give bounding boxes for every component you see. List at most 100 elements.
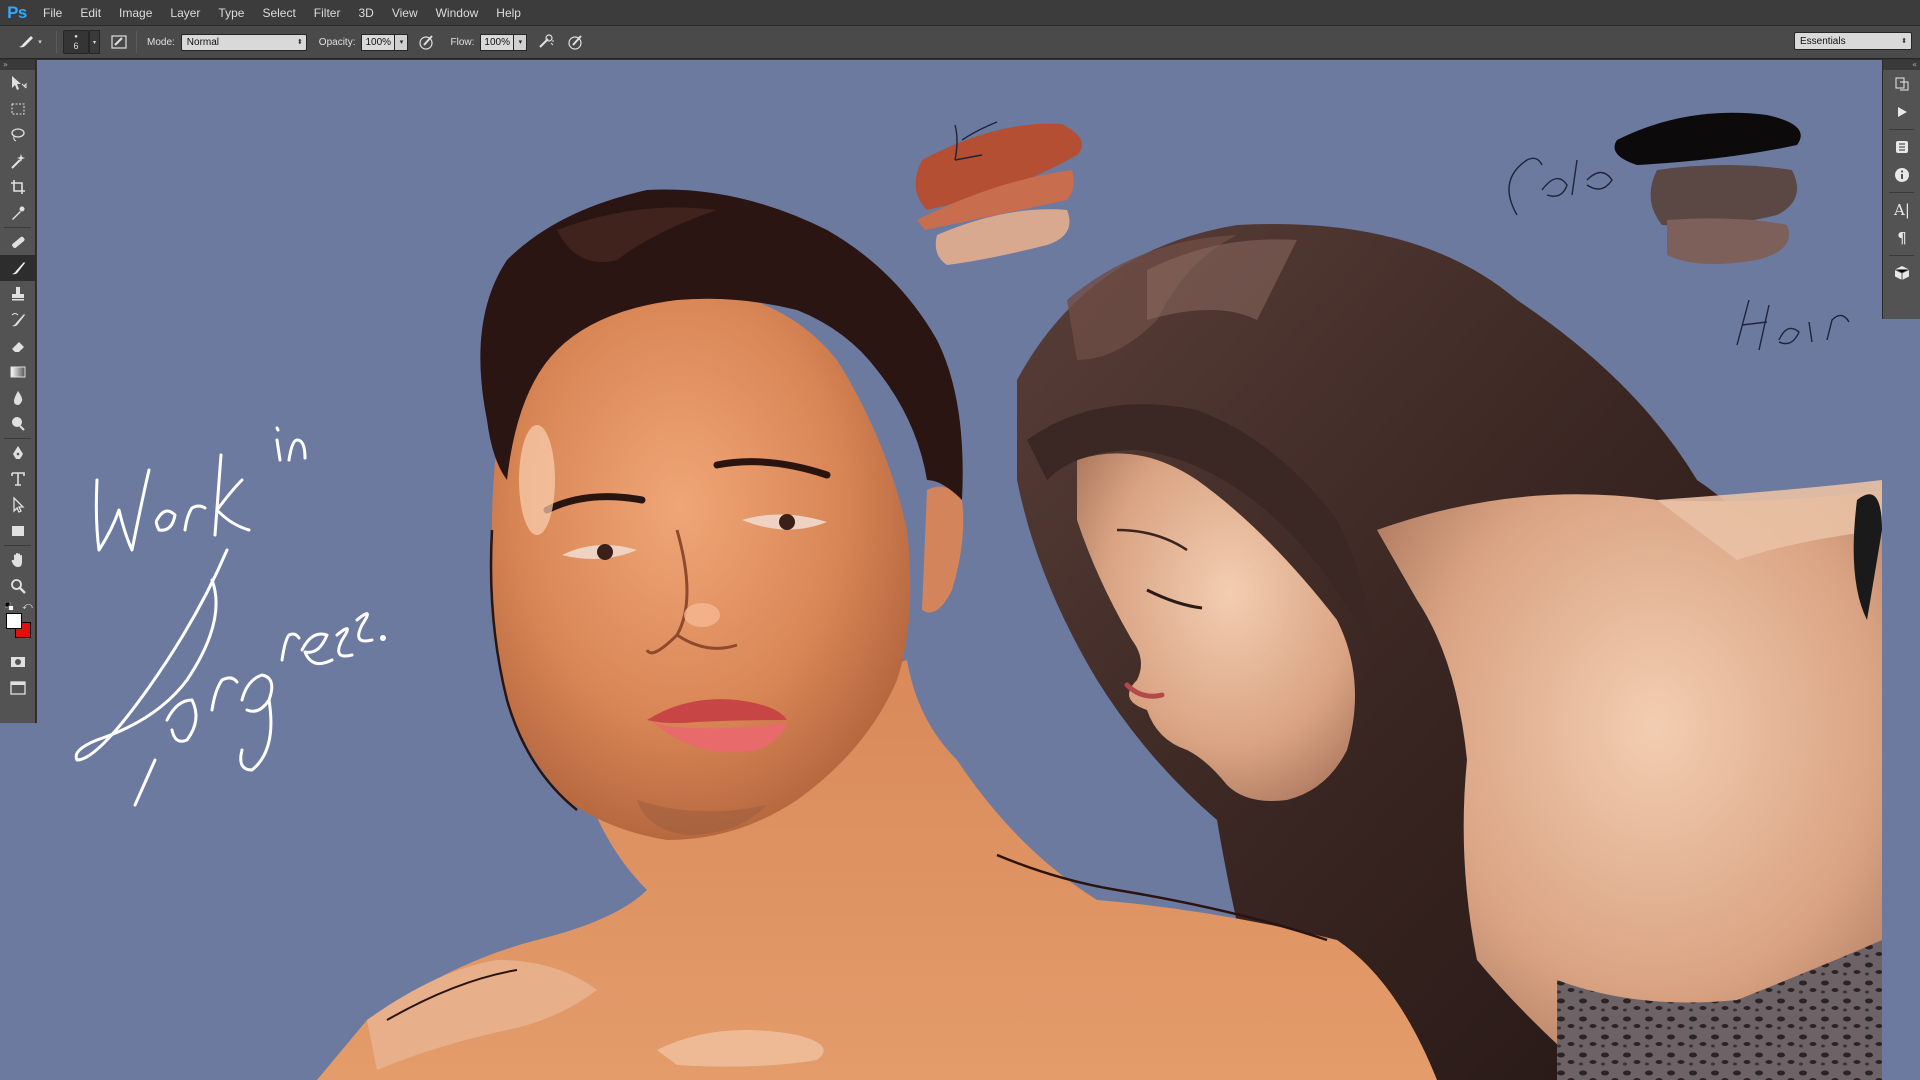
canvas-area-right[interactable] bbox=[1882, 319, 1920, 1080]
airbrush-button[interactable] bbox=[535, 31, 557, 53]
opacity-field[interactable]: 100% bbox=[361, 33, 396, 51]
mode-label: Mode: bbox=[147, 36, 175, 48]
screen-mode-button[interactable] bbox=[0, 675, 36, 701]
zoom-tool[interactable] bbox=[0, 573, 36, 599]
dodge-icon bbox=[12, 417, 25, 431]
info-icon bbox=[1895, 168, 1909, 182]
panel-grip[interactable]: » bbox=[0, 60, 35, 70]
flow-slider-toggle[interactable]: ▾ bbox=[514, 33, 528, 51]
pressure-opacity-button[interactable] bbox=[416, 31, 438, 53]
tools-panel: » ⤺ bbox=[0, 60, 36, 723]
menu-layer[interactable]: Layer bbox=[161, 0, 209, 26]
color-swatches: ⤺ bbox=[0, 599, 36, 649]
swap-colors-icon[interactable]: ⤺ bbox=[22, 601, 33, 612]
history-panel-button[interactable] bbox=[1883, 70, 1920, 98]
menu-window[interactable]: Window bbox=[427, 0, 488, 26]
foreground-color[interactable] bbox=[6, 613, 22, 629]
menu-help[interactable]: Help bbox=[487, 0, 530, 26]
paragraph-icon: ¶ bbox=[1897, 229, 1907, 247]
marquee-tool[interactable] bbox=[0, 96, 36, 122]
brush-preset-picker[interactable]: ● 6 bbox=[63, 30, 89, 54]
move-tool[interactable] bbox=[0, 70, 36, 96]
menu-image[interactable]: Image bbox=[110, 0, 161, 26]
dock-grip[interactable]: « bbox=[1883, 60, 1920, 70]
brush-panel-icon bbox=[111, 35, 127, 49]
default-colors-icon[interactable] bbox=[5, 602, 14, 611]
gradient-tool[interactable] bbox=[0, 359, 36, 385]
history-brush-icon bbox=[11, 313, 25, 327]
pen-pressure-size-icon bbox=[568, 35, 583, 50]
menu-type[interactable]: Type bbox=[209, 0, 253, 26]
blur-drop-icon bbox=[14, 391, 23, 405]
history-brush-tool[interactable] bbox=[0, 307, 36, 333]
clone-stamp-icon bbox=[12, 287, 24, 301]
brush-icon bbox=[19, 36, 34, 48]
menu-select[interactable]: Select bbox=[253, 0, 304, 26]
screen-mode-icon bbox=[10, 681, 26, 695]
opacity-slider-toggle[interactable]: ▾ bbox=[395, 33, 409, 51]
menu-view[interactable]: View bbox=[383, 0, 427, 26]
paragraph-panel-button[interactable]: ¶ bbox=[1883, 224, 1920, 252]
eraser-icon bbox=[12, 342, 24, 352]
airbrush-icon bbox=[539, 34, 555, 48]
hand-tool[interactable] bbox=[0, 547, 36, 573]
brush-tool[interactable] bbox=[0, 255, 36, 281]
workspace-switcher[interactable]: Essentials ⬍ bbox=[1794, 32, 1912, 50]
document-canvas[interactable] bbox=[37, 60, 1882, 1080]
opacity-label: Opacity: bbox=[318, 36, 356, 48]
pen-nib-icon bbox=[13, 446, 23, 459]
eyedropper-tool[interactable] bbox=[0, 200, 36, 226]
blend-mode-select[interactable]: Normal ⬍ bbox=[180, 33, 307, 51]
healing-brush-tool[interactable] bbox=[0, 229, 36, 255]
crop-icon bbox=[11, 180, 25, 194]
magic-wand-icon bbox=[11, 154, 25, 169]
menu-3d[interactable]: 3D bbox=[349, 0, 382, 26]
path-selection-icon bbox=[13, 496, 25, 513]
workspace-value: Essentials bbox=[1800, 35, 1846, 47]
quick-mask-button[interactable] bbox=[0, 649, 36, 675]
history-icon bbox=[1895, 77, 1909, 91]
healing-brush-icon bbox=[12, 236, 25, 248]
menu-filter[interactable]: Filter bbox=[305, 0, 350, 26]
artwork-painting bbox=[74, 112, 1882, 1080]
pressure-size-button[interactable] bbox=[565, 31, 587, 53]
menu-file[interactable]: File bbox=[34, 0, 71, 26]
options-bar: ▾ ● 6 ▾ Mode: Normal ⬍ Opacity: 100% ▾ F… bbox=[0, 26, 1920, 59]
actions-panel-button[interactable] bbox=[1883, 98, 1920, 126]
dodge-tool[interactable] bbox=[0, 411, 36, 437]
pen-tool[interactable] bbox=[0, 440, 36, 466]
pen-pressure-icon bbox=[419, 35, 434, 50]
actions-play-icon bbox=[1898, 107, 1907, 117]
3d-panel-button[interactable] bbox=[1883, 259, 1920, 287]
chevron-down-icon: ▾ bbox=[38, 39, 42, 46]
rectangle-tool[interactable] bbox=[0, 518, 36, 544]
rectangle-shape-icon bbox=[12, 526, 24, 536]
clone-stamp-tool[interactable] bbox=[0, 281, 36, 307]
flow-field[interactable]: 100% bbox=[480, 33, 515, 51]
blur-tool[interactable] bbox=[0, 385, 36, 411]
canvas-area-left[interactable] bbox=[0, 723, 37, 1080]
lasso-tool[interactable] bbox=[0, 122, 36, 148]
eyedropper-icon bbox=[12, 206, 25, 220]
menu-edit[interactable]: Edit bbox=[71, 0, 110, 26]
lasso-icon bbox=[11, 128, 25, 142]
type-tool[interactable] bbox=[0, 466, 36, 492]
blend-mode-value: Normal bbox=[186, 36, 220, 48]
menu-bar: Ps File Edit Image Layer Type Select Fil… bbox=[0, 0, 1920, 26]
info-panel-button[interactable] bbox=[1883, 161, 1920, 189]
quick-mask-icon bbox=[11, 657, 25, 667]
skin-color-swatches bbox=[915, 123, 1082, 265]
crop-tool[interactable] bbox=[0, 174, 36, 200]
brush-preset-dropdown[interactable]: ▾ bbox=[89, 30, 100, 54]
updown-arrow-icon: ⬍ bbox=[1901, 38, 1907, 45]
character-panel-button[interactable]: A| bbox=[1883, 196, 1920, 224]
magic-wand-tool[interactable] bbox=[0, 148, 36, 174]
rect-marquee-icon bbox=[11, 103, 25, 115]
eraser-tool[interactable] bbox=[0, 333, 36, 359]
brush-panel-toggle[interactable] bbox=[108, 31, 130, 53]
tool-preset-picker[interactable]: ▾ bbox=[8, 31, 50, 53]
path-selection-tool[interactable] bbox=[0, 492, 36, 518]
adjustments-panel-button[interactable] bbox=[1883, 133, 1920, 161]
hair-color-swatches bbox=[1614, 112, 1801, 264]
adjustments-icon bbox=[1896, 141, 1908, 153]
